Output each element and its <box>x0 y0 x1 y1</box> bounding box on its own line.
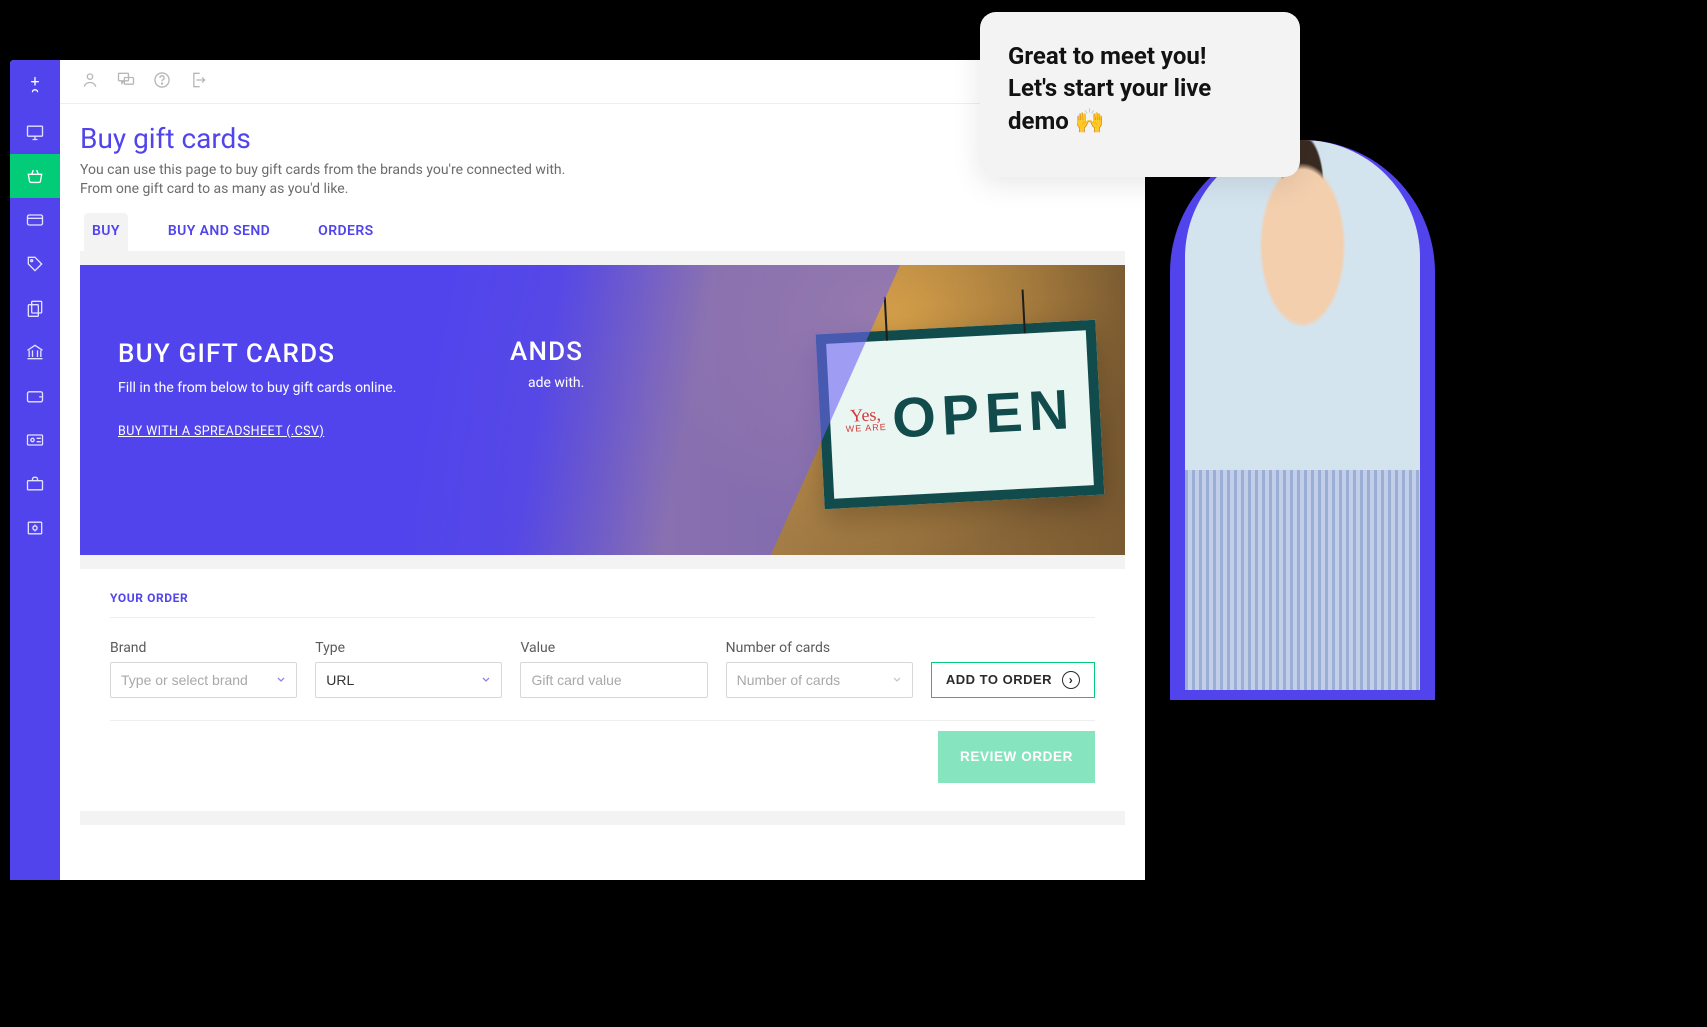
review-order-button[interactable]: REVIEW ORDER <box>938 731 1095 783</box>
demo-avatar <box>1185 140 1420 690</box>
bubble-line-2: Let's start your live <box>1008 74 1211 102</box>
copy-icon <box>25 298 45 318</box>
tag-icon <box>25 254 45 274</box>
monitor-icon <box>25 122 45 142</box>
tab-buy-and-send[interactable]: BUY AND SEND <box>160 213 278 251</box>
value-label: Value <box>520 640 707 656</box>
nav-wallet[interactable] <box>10 374 60 418</box>
add-to-order-button[interactable]: ADD TO ORDER › <box>931 662 1095 698</box>
tabs: BUY BUY AND SEND ORDERS <box>80 213 1125 251</box>
csv-link[interactable]: BUY WITH A SPREADSHEET (.CSV) <box>118 424 324 439</box>
chat-icon[interactable] <box>116 70 136 94</box>
count-input[interactable] <box>726 662 913 698</box>
type-select[interactable] <box>315 662 502 698</box>
nav-buy-gift-cards[interactable] <box>10 154 60 198</box>
banner-title: BUY GIFT CARDS <box>118 339 396 369</box>
your-order-label: YOUR ORDER <box>110 591 1095 605</box>
nav-secure[interactable] <box>10 506 60 550</box>
briefcase-icon <box>25 474 45 494</box>
banner-ghost-title: ANDS <box>510 337 583 367</box>
banner-ghost-sub: ade with. <box>528 375 584 391</box>
nav-bank[interactable] <box>10 330 60 374</box>
user-icon[interactable] <box>80 70 100 94</box>
bubble-line-1: Great to meet you! <box>1008 42 1206 70</box>
demo-speech-bubble: Great to meet you! Let's start your live… <box>980 12 1300 177</box>
field-brand: Brand <box>110 640 297 698</box>
main-content: Buy gift cards You can use this page to … <box>60 60 1145 880</box>
sidebar <box>10 60 60 880</box>
banner: Yes, WE ARE OPEN ANDS ade with. BUY GIFT… <box>80 265 1125 555</box>
page-content: Buy gift cards You can use this page to … <box>60 104 1145 825</box>
nav-documents[interactable] <box>10 286 60 330</box>
page-title: Buy gift cards <box>80 122 1125 155</box>
page-description: You can use this page to buy gift cards … <box>80 161 600 199</box>
type-label: Type <box>315 640 502 656</box>
tab-orders[interactable]: ORDERS <box>310 213 381 251</box>
id-card-icon <box>25 430 45 450</box>
value-input[interactable] <box>520 662 707 698</box>
bank-icon <box>25 342 45 362</box>
count-label: Number of cards <box>726 640 913 656</box>
help-icon[interactable] <box>152 70 172 94</box>
arrow-right-circle-icon: › <box>1062 671 1080 689</box>
field-type: Type <box>315 640 502 698</box>
nav-reports[interactable] <box>10 418 60 462</box>
nav-tags[interactable] <box>10 242 60 286</box>
wallet-icon <box>25 386 45 406</box>
app-window: Buy gift cards You can use this page to … <box>10 60 1145 880</box>
nav-briefcase[interactable] <box>10 462 60 506</box>
safe-icon <box>25 518 45 538</box>
tab-panel: Yes, WE ARE OPEN ANDS ade with. BUY GIFT… <box>80 251 1125 825</box>
review-bar: REVIEW ORDER <box>110 721 1095 783</box>
add-to-order-label: ADD TO ORDER <box>946 672 1052 687</box>
order-card: YOUR ORDER Brand <box>80 569 1125 811</box>
banner-subtitle: Fill in the from below to buy gift cards… <box>118 379 396 398</box>
field-count: Number of cards <box>726 640 913 698</box>
order-form-row: Brand Type <box>110 640 1095 721</box>
nav-dashboard[interactable] <box>10 110 60 154</box>
bubble-line-3: demo 🙌 <box>1008 107 1105 135</box>
banner-copy: BUY GIFT CARDS Fill in the from below to… <box>118 339 396 439</box>
logout-icon[interactable] <box>188 70 208 94</box>
black-bar <box>1150 718 1707 978</box>
brand-label: Brand <box>110 640 297 656</box>
basket-icon <box>25 166 45 186</box>
tab-buy[interactable]: BUY <box>84 213 128 251</box>
credit-card-icon <box>25 210 45 230</box>
logo-icon <box>10 60 60 110</box>
field-value: Value <box>520 640 707 698</box>
brand-select[interactable] <box>110 662 297 698</box>
nav-cards[interactable] <box>10 198 60 242</box>
